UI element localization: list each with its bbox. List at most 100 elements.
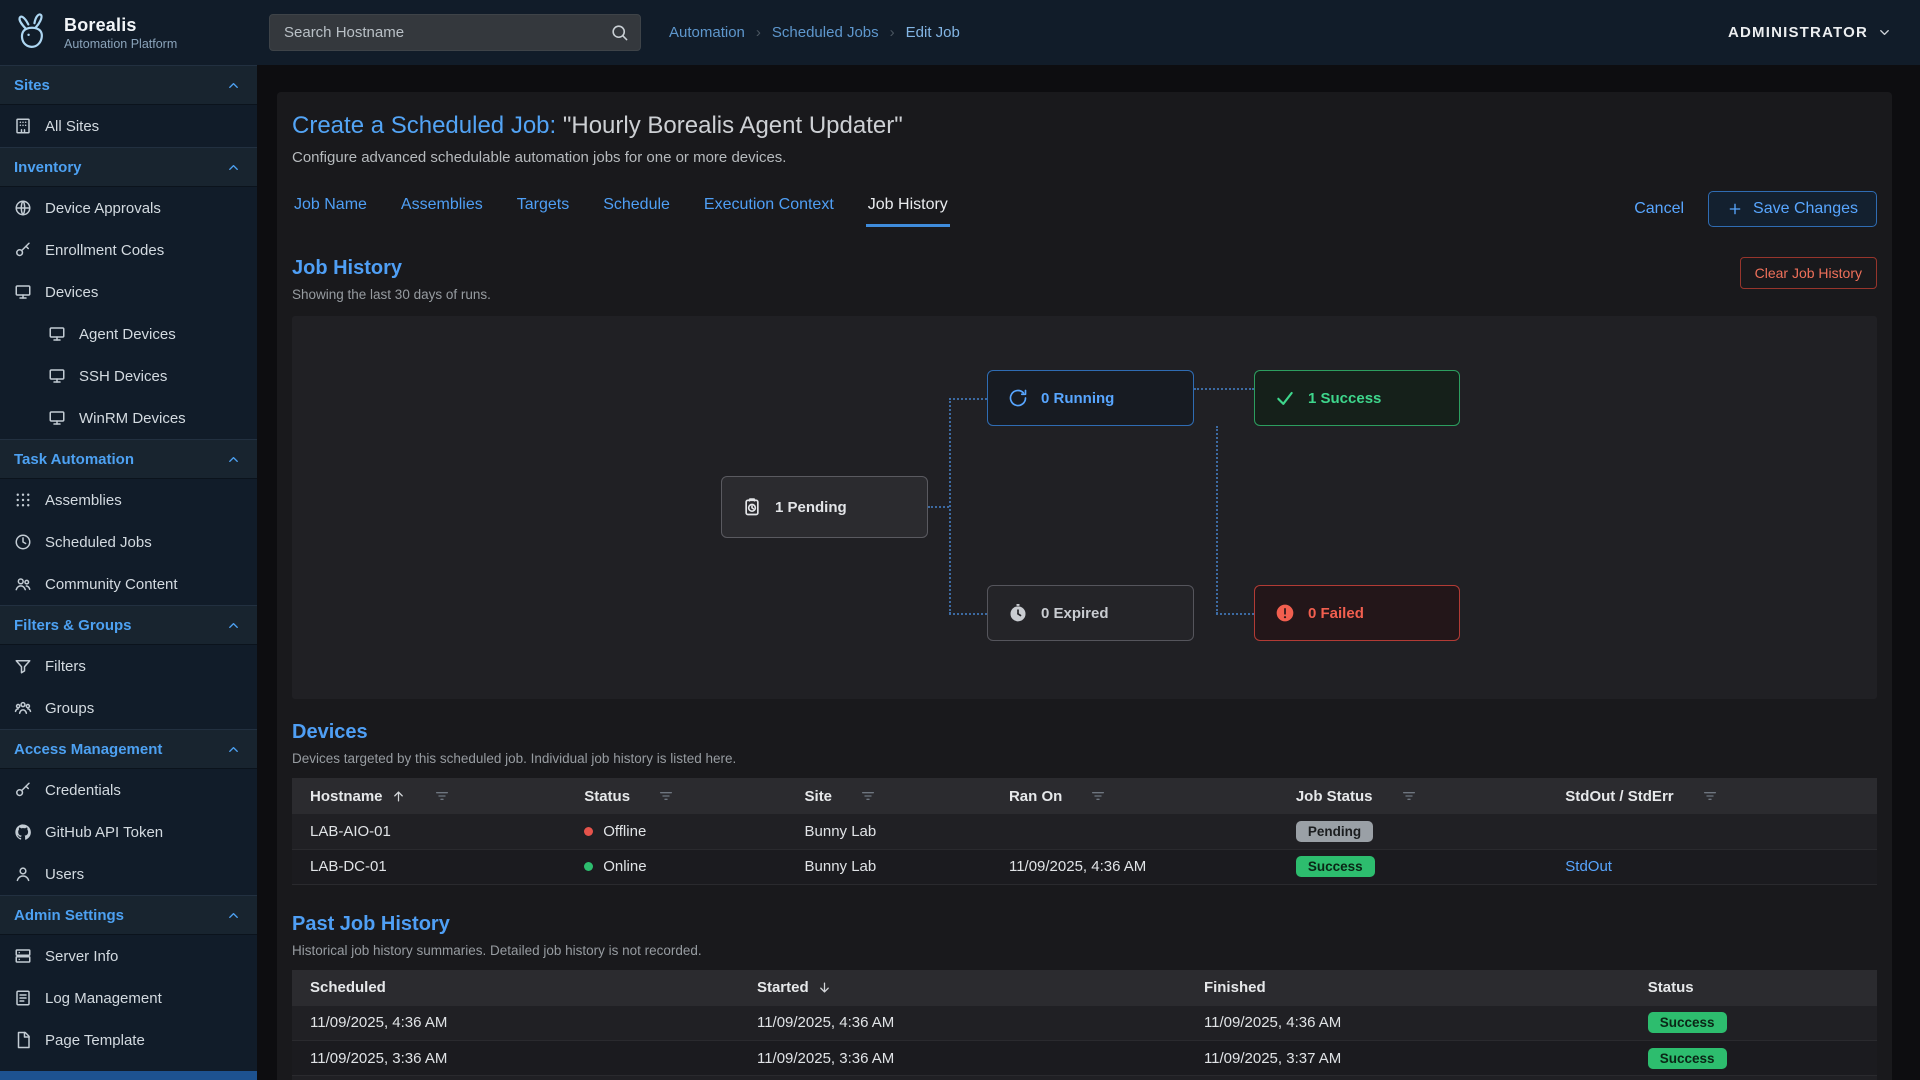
page-title: Create a Scheduled Job: "Hourly Borealis… — [292, 112, 1877, 140]
sidebar-item-credentials[interactable]: Credentials — [0, 769, 257, 811]
flow-node-pending: 1 Pending — [721, 476, 928, 538]
sidebar-section-task-automation[interactable]: Task Automation — [0, 439, 257, 479]
sidebar-nav: Sites All Sites Inventory Device Approva… — [0, 65, 257, 1061]
main-content: Create a Scheduled Job: "Hourly Borealis… — [257, 65, 1920, 1080]
success-check-icon — [1275, 388, 1295, 408]
flow-connector — [928, 506, 949, 508]
sidebar-section-admin-settings[interactable]: Admin Settings — [0, 895, 257, 935]
column-header-scheduled[interactable]: Scheduled — [292, 970, 739, 1006]
column-filter-icon[interactable] — [1401, 788, 1417, 804]
devices-heading: Devices — [292, 721, 1877, 744]
column-filter-icon[interactable] — [860, 788, 876, 804]
sidebar-item-users[interactable]: Users — [0, 853, 257, 895]
sidebar-item-github-api-token[interactable]: GitHub API Token — [0, 811, 257, 853]
sidebar-item-filters[interactable]: Filters — [0, 645, 257, 687]
sidebar-item-community-content[interactable]: Community Content — [0, 563, 257, 605]
scheduled-cell: 11/09/2025, 2:36 AM — [292, 1076, 739, 1080]
tabs-row: Job Name Assemblies Targets Schedule Executi… — [292, 190, 1877, 227]
sidebar-item-server-info[interactable]: Server Info — [0, 935, 257, 977]
topbar: Borealis Automation Platform Automation ›… — [0, 0, 1920, 65]
sidebar-scroll-indicator — [0, 1071, 257, 1080]
brand-name: Borealis — [64, 15, 177, 36]
table-header-row: Hostname Status Site — [292, 778, 1877, 814]
sidebar-item-ssh-devices[interactable]: SSH Devices — [0, 355, 257, 397]
column-filter-icon[interactable] — [434, 788, 450, 804]
tab-schedule[interactable]: Schedule — [601, 190, 672, 227]
breadcrumb-item-scheduled-jobs[interactable]: Scheduled Jobs — [772, 24, 879, 41]
user-icon — [14, 865, 32, 883]
column-header-ran-on[interactable]: Ran On — [991, 778, 1278, 814]
sidebar-section-sites[interactable]: Sites — [0, 65, 257, 105]
sidebar-item-assemblies[interactable]: Assemblies — [0, 479, 257, 521]
past-job-history-table: Scheduled Started Finished — [292, 970, 1877, 1080]
clock-icon — [14, 533, 32, 551]
past-job-row[interactable]: 11/09/2025, 2:36 AM 11/09/2025, 2:36 AM … — [292, 1076, 1877, 1080]
flow-connector — [1216, 613, 1254, 615]
finished-cell: 11/09/2025, 2:36 AM — [1186, 1076, 1630, 1080]
sidebar-item-log-management[interactable]: Log Management — [0, 977, 257, 1019]
sidebar-section-access-management[interactable]: Access Management — [0, 729, 257, 769]
column-filter-icon[interactable] — [1702, 788, 1718, 804]
tab-job-history[interactable]: Job History — [866, 190, 950, 227]
sidebar-item-groups[interactable]: Groups — [0, 687, 257, 729]
job-status-badge: Pending — [1296, 821, 1373, 842]
job-history-heading: Job History — [292, 257, 491, 280]
page-title-prefix: Create a Scheduled Job: — [292, 112, 556, 139]
breadcrumb-item-automation[interactable]: Automation — [669, 24, 745, 41]
tab-targets[interactable]: Targets — [515, 190, 571, 227]
column-filter-icon[interactable] — [658, 788, 674, 804]
flow-connector — [1216, 426, 1218, 614]
search-icon[interactable] — [610, 23, 629, 42]
column-header-job-status[interactable]: Job Status — [1278, 778, 1547, 814]
user-menu[interactable]: ADMINISTRATOR — [1728, 24, 1892, 41]
sidebar-item-devices[interactable]: Devices — [0, 271, 257, 313]
flow-node-running: 0 Running — [987, 370, 1194, 426]
column-header-stdout-stderr[interactable]: StdOut / StdErr — [1547, 778, 1877, 814]
sidebar-item-scheduled-jobs[interactable]: Scheduled Jobs — [0, 521, 257, 563]
sidebar-item-agent-devices[interactable]: Agent Devices — [0, 313, 257, 355]
breadcrumb-item-edit-job[interactable]: Edit Job — [906, 24, 960, 41]
column-header-finished[interactable]: Finished — [1186, 970, 1630, 1006]
scheduled-cell: 11/09/2025, 4:36 AM — [292, 1006, 739, 1041]
device-row-lab-aio-01[interactable]: LAB-AIO-01 Offline Bunny Lab Pending — [292, 814, 1877, 849]
sidebar-item-winrm-devices[interactable]: WinRM Devices — [0, 397, 257, 439]
log-icon — [14, 989, 32, 1007]
brand[interactable]: Borealis Automation Platform — [0, 11, 257, 55]
sidebar-section-filters-groups[interactable]: Filters & Groups — [0, 605, 257, 645]
finished-cell: 11/09/2025, 4:36 AM — [1186, 1006, 1630, 1041]
device-row-lab-dc-01[interactable]: LAB-DC-01 Online Bunny Lab 11/09/2025, 4… — [292, 849, 1877, 884]
tab-job-name[interactable]: Job Name — [292, 190, 369, 227]
column-header-hostname[interactable]: Hostname — [292, 778, 566, 814]
sidebar-item-device-approvals[interactable]: Device Approvals — [0, 187, 257, 229]
sidebar-item-all-sites[interactable]: All Sites — [0, 105, 257, 147]
tab-execution-context[interactable]: Execution Context — [702, 190, 836, 227]
breadcrumb-separator: › — [756, 24, 761, 41]
job-status-cell: Success — [1278, 849, 1547, 884]
column-header-status[interactable]: Status — [1630, 970, 1877, 1006]
save-changes-button[interactable]: Save Changes — [1708, 191, 1877, 227]
tab-bar: Job Name Assemblies Targets Schedule Executi… — [292, 190, 950, 227]
table-header-row: Scheduled Started Finished — [292, 970, 1877, 1006]
past-job-history-section: Past Job History Historical job history … — [292, 913, 1877, 1080]
job-history-section-head: Job History Showing the last 30 days of … — [292, 257, 1877, 302]
clear-job-history-button[interactable]: Clear Job History — [1740, 257, 1877, 289]
column-header-status[interactable]: Status — [566, 778, 786, 814]
column-header-started[interactable]: Started — [739, 970, 1186, 1006]
sidebar-item-page-template[interactable]: Page Template — [0, 1019, 257, 1061]
devices-section: Devices Devices targeted by this schedul… — [292, 721, 1877, 885]
search-input[interactable] — [269, 14, 641, 51]
sidebar-section-inventory[interactable]: Inventory — [0, 147, 257, 187]
past-job-row[interactable]: 11/09/2025, 4:36 AM 11/09/2025, 4:36 AM … — [292, 1006, 1877, 1041]
column-filter-icon[interactable] — [1090, 788, 1106, 804]
devices-table: Hostname Status Site — [292, 778, 1877, 885]
column-header-site[interactable]: Site — [787, 778, 991, 814]
cancel-button[interactable]: Cancel — [1634, 200, 1684, 218]
stdout-link[interactable]: StdOut — [1565, 858, 1612, 875]
sidebar-item-enrollment-codes[interactable]: Enrollment Codes — [0, 229, 257, 271]
past-job-row[interactable]: 11/09/2025, 3:36 AM 11/09/2025, 3:36 AM … — [292, 1041, 1877, 1076]
chevron-up-icon — [226, 618, 241, 633]
flow-node-success: 1 Success — [1254, 370, 1460, 426]
tab-assemblies[interactable]: Assemblies — [399, 190, 485, 227]
status-badge: Success — [1648, 1048, 1727, 1069]
flow-node-expired: 0 Expired — [987, 585, 1194, 641]
